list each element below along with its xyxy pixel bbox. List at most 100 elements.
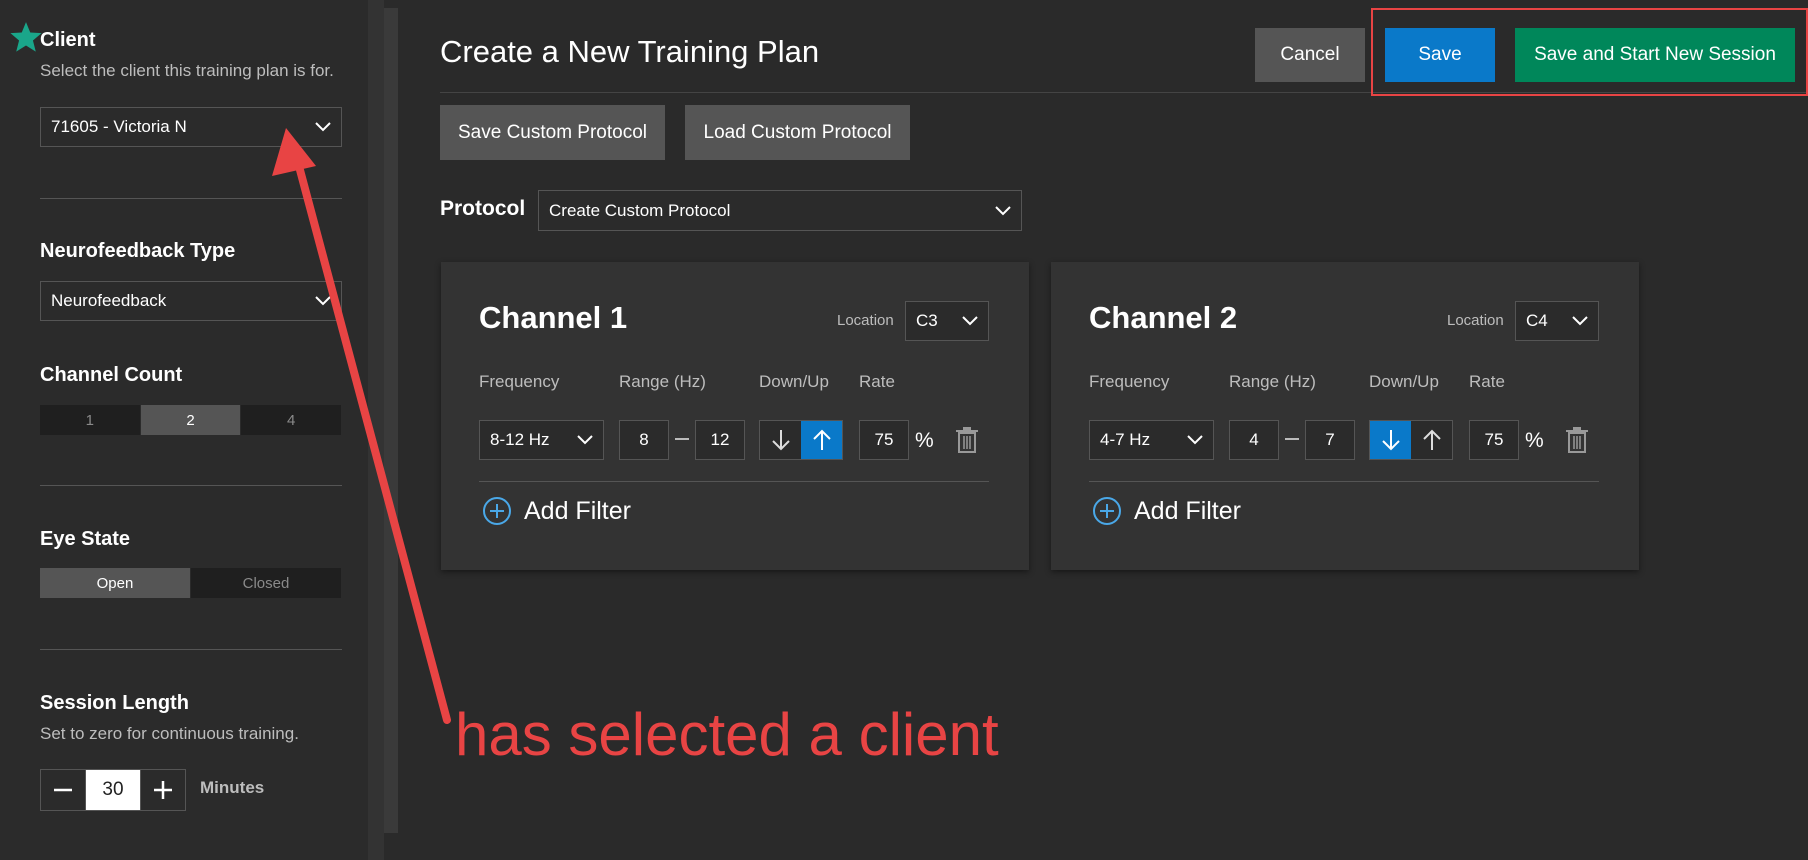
chevron-down-icon	[1572, 316, 1588, 326]
divider	[40, 198, 342, 199]
neurofeedback-type-select[interactable]: Neurofeedback	[40, 281, 342, 321]
panel-divider	[479, 481, 989, 482]
channel-title: Channel 1	[479, 300, 628, 335]
channel-panel-1: Channel 1 Location C3 Frequency Range (H…	[441, 262, 1029, 570]
chevron-down-icon	[1187, 435, 1203, 445]
frequency-value: 4-7 Hz	[1100, 430, 1151, 449]
chevron-down-icon	[962, 316, 978, 326]
frequency-header: Frequency	[1089, 372, 1170, 391]
decrement-button[interactable]	[41, 770, 85, 810]
save-custom-protocol-button[interactable]: Save Custom Protocol	[440, 105, 665, 160]
range-header: Range (Hz)	[1229, 372, 1316, 391]
session-length-description: Set to zero for continuous training.	[40, 724, 299, 743]
load-custom-protocol-button[interactable]: Load Custom Protocol	[685, 105, 910, 160]
protocol-select[interactable]: Create Custom Protocol	[538, 190, 1022, 231]
channel-count-option-2[interactable]: 2	[140, 405, 242, 435]
frequency-select[interactable]: 4-7 Hz	[1089, 420, 1214, 460]
up-button[interactable]	[1411, 421, 1452, 459]
arrow-down-icon	[1381, 430, 1400, 451]
cancel-button[interactable]: Cancel	[1255, 28, 1365, 82]
session-length-title: Session Length	[40, 692, 189, 714]
chevron-down-icon	[315, 122, 331, 132]
direction-header: Down/Up	[1369, 372, 1439, 391]
add-filter-button[interactable]: Add Filter	[482, 496, 631, 526]
direction-header: Down/Up	[759, 372, 829, 391]
divider	[40, 485, 342, 486]
plus-circle-icon	[483, 497, 511, 525]
neurofeedback-type-title: Neurofeedback Type	[40, 240, 236, 262]
range-high-input[interactable]: 7	[1305, 420, 1355, 460]
range-low-input[interactable]: 4	[1229, 420, 1279, 460]
chevron-down-icon	[995, 205, 1011, 215]
frequency-header: Frequency	[479, 372, 560, 391]
arrow-up-icon	[1422, 429, 1441, 450]
trash-icon[interactable]	[955, 427, 979, 453]
channel-title: Channel 2	[1089, 300, 1238, 335]
eye-state-option-open[interactable]: Open	[40, 568, 191, 598]
location-label: Location	[837, 312, 894, 329]
app-root: Client Select the client this training p…	[0, 0, 1808, 860]
down-button[interactable]	[760, 421, 801, 459]
client-select-value: 71605 - Victoria N	[51, 117, 187, 136]
direction-toggle	[1369, 420, 1453, 460]
eye-state-title: Eye State	[40, 528, 131, 550]
direction-toggle	[759, 420, 843, 460]
annotation-text: has selected a client	[455, 701, 999, 768]
plus-circle-icon	[1093, 497, 1121, 525]
sidebar-scrollbar[interactable]	[384, 8, 398, 833]
rate-unit: %	[915, 429, 934, 452]
channel-panel-2: Channel 2 Location C4 Frequency Range (H…	[1051, 262, 1639, 570]
range-high-input[interactable]: 12	[695, 420, 745, 460]
location-select[interactable]: C4	[1515, 301, 1599, 341]
panel-divider	[1089, 481, 1599, 482]
client-select[interactable]: 71605 - Victoria N	[40, 107, 342, 147]
add-filter-button[interactable]: Add Filter	[1092, 496, 1241, 526]
rate-header: Rate	[859, 372, 895, 391]
trash-icon[interactable]	[1565, 427, 1589, 453]
eye-state-segmented: Open Closed	[40, 568, 342, 598]
location-label: Location	[1447, 312, 1504, 329]
eye-state-option-closed[interactable]: Closed	[191, 568, 342, 598]
session-length-stepper: 30	[40, 769, 186, 811]
range-low-input[interactable]: 8	[619, 420, 669, 460]
annotation-highlight-box	[1371, 8, 1808, 96]
chevron-down-icon	[315, 296, 331, 306]
plus-icon	[154, 781, 172, 799]
increment-button[interactable]	[141, 770, 185, 810]
location-value: C4	[1526, 311, 1548, 330]
sidebar: Client Select the client this training p…	[0, 0, 384, 860]
arrow-down-icon	[771, 430, 790, 451]
arrow-up-icon	[812, 429, 831, 450]
client-description: Select the client this training plan is …	[40, 61, 334, 80]
range-separator	[675, 438, 689, 440]
star-icon	[10, 22, 42, 52]
session-length-value[interactable]: 30	[85, 770, 141, 810]
channel-count-segmented: 1 2 4	[40, 405, 343, 435]
add-filter-label: Add Filter	[524, 496, 631, 525]
page-title: Create a New Training Plan	[440, 34, 820, 69]
location-select[interactable]: C3	[905, 301, 989, 341]
rate-header: Rate	[1469, 372, 1505, 391]
rate-input[interactable]: 75	[1469, 420, 1519, 460]
channel-count-option-4[interactable]: 4	[241, 405, 343, 435]
add-filter-label: Add Filter	[1134, 496, 1241, 525]
down-button[interactable]	[1370, 421, 1411, 459]
up-button[interactable]	[801, 421, 842, 459]
protocol-label: Protocol	[440, 197, 526, 220]
rate-input[interactable]: 75	[859, 420, 909, 460]
range-header: Range (Hz)	[619, 372, 706, 391]
rate-unit: %	[1525, 429, 1544, 452]
session-length-unit: Minutes	[200, 778, 265, 797]
divider	[40, 649, 342, 650]
frequency-select[interactable]: 8-12 Hz	[479, 420, 604, 460]
range-separator	[1285, 438, 1299, 440]
client-title: Client	[40, 29, 96, 51]
channel-count-option-1[interactable]: 1	[40, 405, 141, 435]
location-value: C3	[916, 311, 938, 330]
chevron-down-icon	[577, 435, 593, 445]
protocol-select-value: Create Custom Protocol	[549, 200, 731, 220]
minus-icon	[54, 788, 72, 792]
channel-count-title: Channel Count	[40, 364, 183, 386]
frequency-value: 8-12 Hz	[490, 430, 550, 449]
neurofeedback-type-value: Neurofeedback	[51, 291, 167, 310]
